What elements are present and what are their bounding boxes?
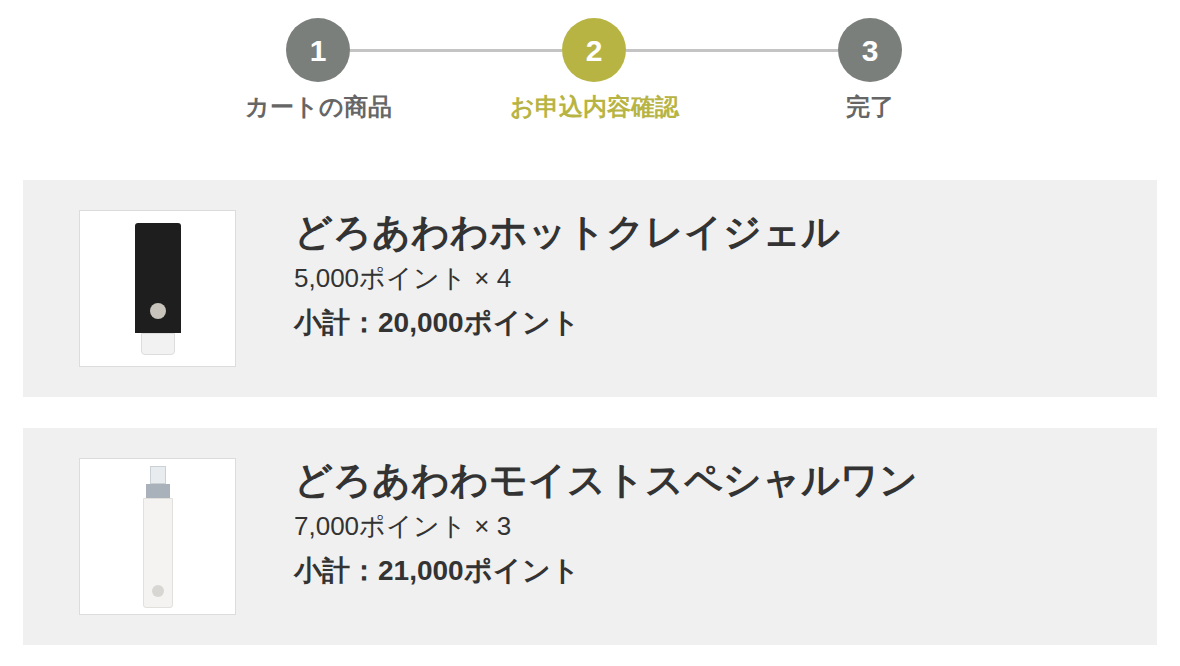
step-number: 1 <box>286 18 350 82</box>
step: 2 お申込内容確認 <box>456 18 732 122</box>
product-image <box>79 458 236 615</box>
page: 1 カートの商品 2 お申込内容確認 3 完了どろあわわホットクレイジェル 5,000ポイン… <box>0 0 1180 666</box>
step: 3 完了 <box>732 18 1008 122</box>
step-number: 3 <box>838 18 902 82</box>
step-label: 完了 <box>846 92 894 122</box>
step: 1 カートの商品 <box>180 18 456 122</box>
item-price: 7,000ポイント × 3 <box>294 510 918 542</box>
stepper: 1 カートの商品 2 お申込内容確認 3 完了 <box>0 0 1180 122</box>
step-number: 2 <box>562 18 626 82</box>
item-list: どろあわわホットクレイジェル 5,000ポイント × 4 小計：20,000ポイント… <box>0 180 1180 645</box>
item-name: どろあわわホットクレイジェル <box>294 210 840 254</box>
item-subtotal: 小計：21,000ポイント <box>294 555 918 587</box>
cart-item: どろあわわモイストスペシャルワン 7,000ポイント × 3 小計：21,000ポイ… <box>23 428 1157 645</box>
step-label: カートの商品 <box>245 92 392 122</box>
step-label: お申込内容確認 <box>510 92 679 122</box>
item-subtotal: 小計：20,000ポイント <box>294 307 840 339</box>
item-price: 5,000ポイント × 4 <box>294 262 840 294</box>
item-name: どろあわわモイストスペシャルワン <box>294 458 918 502</box>
cart-item: どろあわわホットクレイジェル 5,000ポイント × 4 小計：20,000ポイント <box>23 180 1157 397</box>
product-image <box>79 210 236 367</box>
